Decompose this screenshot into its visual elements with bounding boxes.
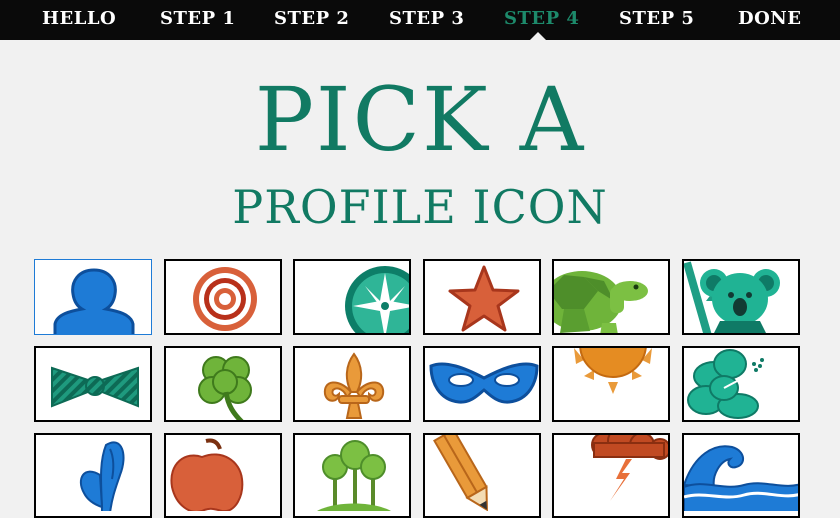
icon-option-trees[interactable] — [293, 433, 411, 518]
nav-item-step-2[interactable]: STEP 2 — [274, 0, 349, 40]
icon-option-koala[interactable] — [682, 259, 800, 335]
icon-option-sun[interactable] — [552, 346, 670, 422]
icon-option-star[interactable] — [423, 259, 541, 335]
koala-icon — [684, 261, 780, 333]
icon-option-butterfly[interactable] — [34, 433, 152, 518]
icon-option-bowtie[interactable] — [34, 346, 152, 422]
target-icon — [193, 267, 257, 331]
nav-item-step-1[interactable]: STEP 1 — [160, 0, 235, 40]
nav-item-done[interactable]: DONE — [738, 0, 801, 40]
turtle-icon — [554, 271, 648, 333]
icon-option-person[interactable] — [34, 259, 152, 335]
icon-option-turtle[interactable] — [552, 259, 670, 335]
icon-option-hibiscus[interactable] — [682, 346, 800, 422]
mask-icon — [429, 362, 539, 404]
star-icon — [448, 265, 520, 332]
top-navigation: HELLO STEP 1 STEP 2 STEP 3 STEP 4 STEP 5… — [0, 0, 840, 41]
storm-cloud-icon — [591, 435, 668, 501]
icon-option-clover[interactable] — [164, 346, 282, 422]
sun-icon — [574, 348, 652, 394]
icon-option-pencil[interactable] — [423, 433, 541, 518]
trees-icon — [317, 440, 391, 511]
icon-option-storm-cloud[interactable] — [552, 433, 670, 518]
butterfly-icon — [79, 441, 125, 511]
page-title: PICK A — [254, 68, 586, 171]
apple-icon — [170, 438, 244, 511]
nav-item-step-5[interactable]: STEP 5 — [619, 0, 694, 40]
nav-item-hello[interactable]: HELLO — [42, 0, 116, 40]
pencil-icon — [433, 435, 488, 511]
nav-item-step-3[interactable]: STEP 3 — [389, 0, 464, 40]
clover-icon — [198, 356, 252, 420]
icon-option-apple[interactable] — [164, 433, 282, 518]
hibiscus-icon — [687, 349, 764, 419]
bowtie-icon — [51, 366, 139, 408]
icon-option-mask[interactable] — [423, 346, 541, 422]
icon-option-wave[interactable] — [682, 433, 800, 518]
active-step-pointer — [529, 32, 547, 41]
icon-option-target[interactable] — [164, 259, 282, 335]
fleur-de-lis-icon — [323, 352, 385, 419]
icon-option-fleur-de-lis[interactable] — [293, 346, 411, 422]
wave-icon — [684, 445, 798, 511]
compass-icon — [345, 266, 409, 333]
icon-option-compass[interactable] — [293, 259, 411, 335]
person-icon — [53, 268, 135, 334]
page-subtitle: PROFILE ICON — [232, 180, 608, 234]
